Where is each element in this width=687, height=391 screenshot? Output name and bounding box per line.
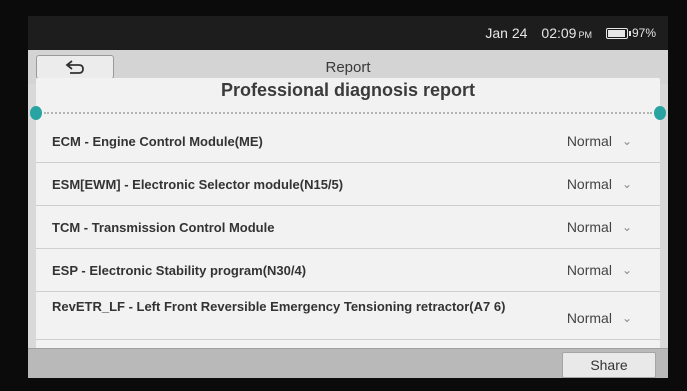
status-text: Normal [566,176,612,192]
dotted-divider [44,112,652,114]
bottom-bar: Share [28,348,668,378]
list-item[interactable]: RevETR_LF - Left Front Reversible Emerge… [36,292,660,340]
status-time-group: 02:09 PM [541,25,592,41]
left-scroll-dot [30,106,42,120]
module-list: ECM - Engine Control Module(ME) Normal ⌄… [36,120,660,340]
module-name: ESP - Electronic Stability program(N30/4… [52,262,307,278]
chevron-down-icon: ⌄ [621,134,632,148]
status-ampm: PM [578,30,592,40]
chevron-down-icon: ⌄ [621,311,632,325]
module-name: ECM - Engine Control Module(ME) [52,133,263,149]
module-status[interactable]: Normal ⌄ [567,176,632,192]
status-text: Normal [566,310,612,326]
page-title: Report [325,58,371,76]
module-status[interactable]: Normal ⌄ [567,310,632,326]
back-arrow-icon [65,60,84,74]
status-text: Normal [566,262,612,278]
battery-icon [605,27,631,39]
module-status[interactable]: Normal ⌄ [567,133,632,149]
back-button[interactable] [36,55,114,79]
chevron-down-icon: ⌄ [621,220,632,234]
status-date: Jan 24 [485,25,528,41]
module-name: ESM[EWM] - Electronic Selector module(N1… [52,176,344,192]
battery-percent: 97% [631,26,656,40]
status-bar: Jan 24 02:09 PM 97% [28,16,668,50]
screen: Jan 24 02:09 PM 97% Report Professional d… [28,16,668,378]
battery-indicator: 97% [605,26,656,40]
list-item[interactable]: ESM[EWM] - Electronic Selector module(N1… [36,163,660,206]
status-time: 02:09 [541,25,577,41]
report-title: Professional diagnosis report [220,80,476,100]
battery-fill [607,29,626,37]
report-card[interactable]: Professional diagnosis report ECM - Engi… [30,78,666,358]
module-status[interactable]: Normal ⌄ [567,219,632,235]
status-text: Normal [566,133,612,149]
list-item[interactable]: ECM - Engine Control Module(ME) Normal ⌄ [36,120,660,163]
status-text: Normal [566,219,612,235]
chevron-down-icon: ⌄ [621,263,632,277]
module-name: TCM - Transmission Control Module [52,219,275,235]
module-name: RevETR_LF - Left Front Reversible Emerge… [52,299,506,314]
right-scroll-dot [654,106,666,120]
chevron-down-icon: ⌄ [621,177,632,191]
module-status[interactable]: Normal ⌄ [567,262,632,278]
share-button[interactable]: Share [562,352,656,378]
device-frame: Jan 24 02:09 PM 97% Report Professional d… [0,0,687,391]
list-item[interactable]: ESP - Electronic Stability program(N30/4… [36,249,660,292]
list-item[interactable]: TCM - Transmission Control Module Normal… [36,206,660,249]
